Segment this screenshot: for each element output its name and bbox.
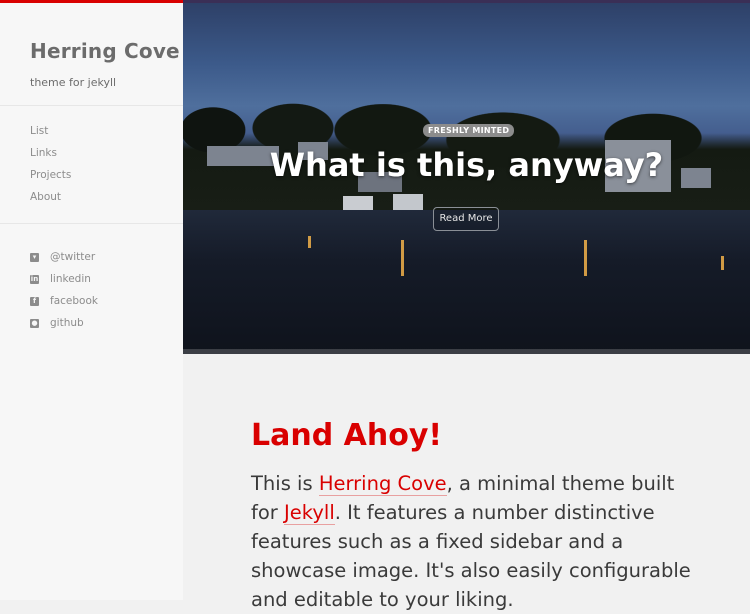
site-tagline: theme for jekyll [30,76,117,89]
social-label: facebook [50,295,98,307]
post-heading: Land Ahoy! [251,418,443,453]
herring-cove-link[interactable]: Herring Cove [318,472,447,496]
sidebar-divider [0,223,183,224]
hero-top-border [183,0,750,3]
sidebar-nav: List Links Projects About [30,120,71,208]
social-label: github [50,317,84,329]
brand: Herring Cove theme for jekyll [0,3,183,89]
intro-paragraph: This is Herring Cove, a minimal theme bu… [251,469,701,614]
github-icon: ● [30,318,39,328]
hero-badge: FRESHLY MINTED [423,124,515,137]
hero-showcase-image: FRESHLY MINTED What is this, anyway? Rea… [183,0,750,354]
site-title[interactable]: Herring Cove [30,39,183,63]
main-content: Land Ahoy! This is Herring Cove, a minim… [251,418,701,614]
sidebar: Herring Cove theme for jekyll List Links… [0,0,183,600]
light-reflection [401,240,404,276]
light-reflection [584,240,587,276]
social-label: linkedin [50,273,91,285]
social-link-linkedin[interactable]: in linkedin [30,268,98,290]
jekyll-link[interactable]: Jekyll [284,501,335,525]
light-reflection [308,236,311,248]
hero-bottom-border [183,349,750,354]
boat [393,194,423,210]
social-link-facebook[interactable]: f facebook [30,290,98,312]
facebook-icon: f [30,296,39,306]
social-label: @twitter [50,251,96,263]
social-link-github[interactable]: ● github [30,312,98,334]
linkedin-icon: in [30,274,39,284]
nav-link-projects[interactable]: Projects [30,164,71,186]
sidebar-divider [0,105,183,106]
read-more-button[interactable]: Read More [433,207,499,231]
nav-link-about[interactable]: About [30,186,71,208]
social-links: ▾ @twitter in linkedin f facebook ● gith… [30,246,98,334]
social-link-twitter[interactable]: ▾ @twitter [30,246,98,268]
hero-title[interactable]: What is this, anyway? [183,146,750,184]
light-reflection [721,256,724,270]
twitter-icon: ▾ [30,252,39,262]
intro-text: This is [251,472,319,495]
nav-link-list[interactable]: List [30,120,71,142]
nav-link-links[interactable]: Links [30,142,71,164]
water-reflection [183,210,750,354]
